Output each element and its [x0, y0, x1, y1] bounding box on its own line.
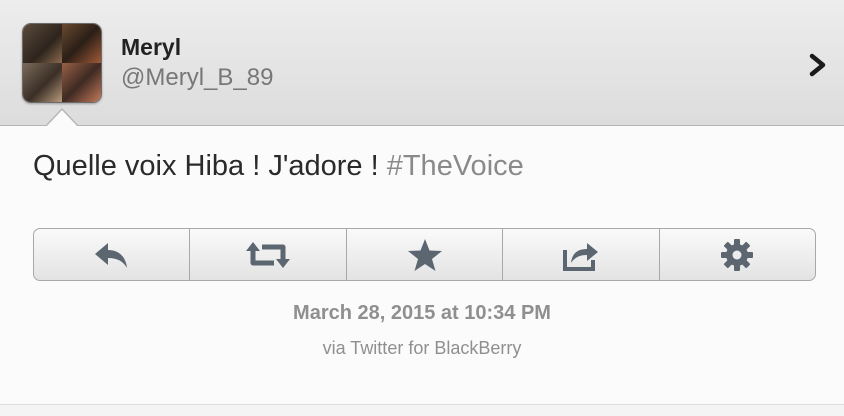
- avatar-photo: [62, 24, 101, 63]
- header-pointer: [46, 110, 78, 127]
- favorite-button[interactable]: [347, 229, 504, 280]
- avatar-photo: [62, 63, 101, 102]
- tweet-source: via Twitter for BlackBerry: [322, 338, 522, 358]
- share-icon: [562, 242, 598, 271]
- share-button[interactable]: [503, 229, 660, 280]
- profile-handle: @Meryl_B_89: [121, 64, 274, 91]
- star-icon: [407, 238, 442, 271]
- reply-icon: [94, 242, 127, 268]
- chevron-right-icon[interactable]: [806, 52, 830, 78]
- hashtag-link[interactable]: #TheVoice: [387, 150, 524, 182]
- tweet-timestamp: March 28, 2015 at 10:34 PM: [293, 302, 551, 324]
- tweet-text: Quelle voix Hiba ! J'adore ! #TheVoice: [33, 150, 524, 183]
- action-bar: [33, 228, 816, 281]
- reply-button[interactable]: [34, 229, 191, 280]
- retweet-button[interactable]: [190, 229, 347, 280]
- avatar[interactable]: [22, 23, 102, 103]
- settings-button[interactable]: [660, 229, 815, 280]
- profile-header[interactable]: Meryl @Meryl_B_89: [0, 0, 844, 126]
- avatar-photo: [23, 24, 62, 63]
- divider: [0, 404, 844, 416]
- tweet-body: Quelle voix Hiba ! J'adore !: [33, 150, 387, 182]
- gear-icon: [721, 238, 754, 271]
- profile-name: Meryl: [121, 34, 182, 60]
- avatar-photo: [23, 63, 62, 102]
- retweet-icon: [246, 241, 291, 268]
